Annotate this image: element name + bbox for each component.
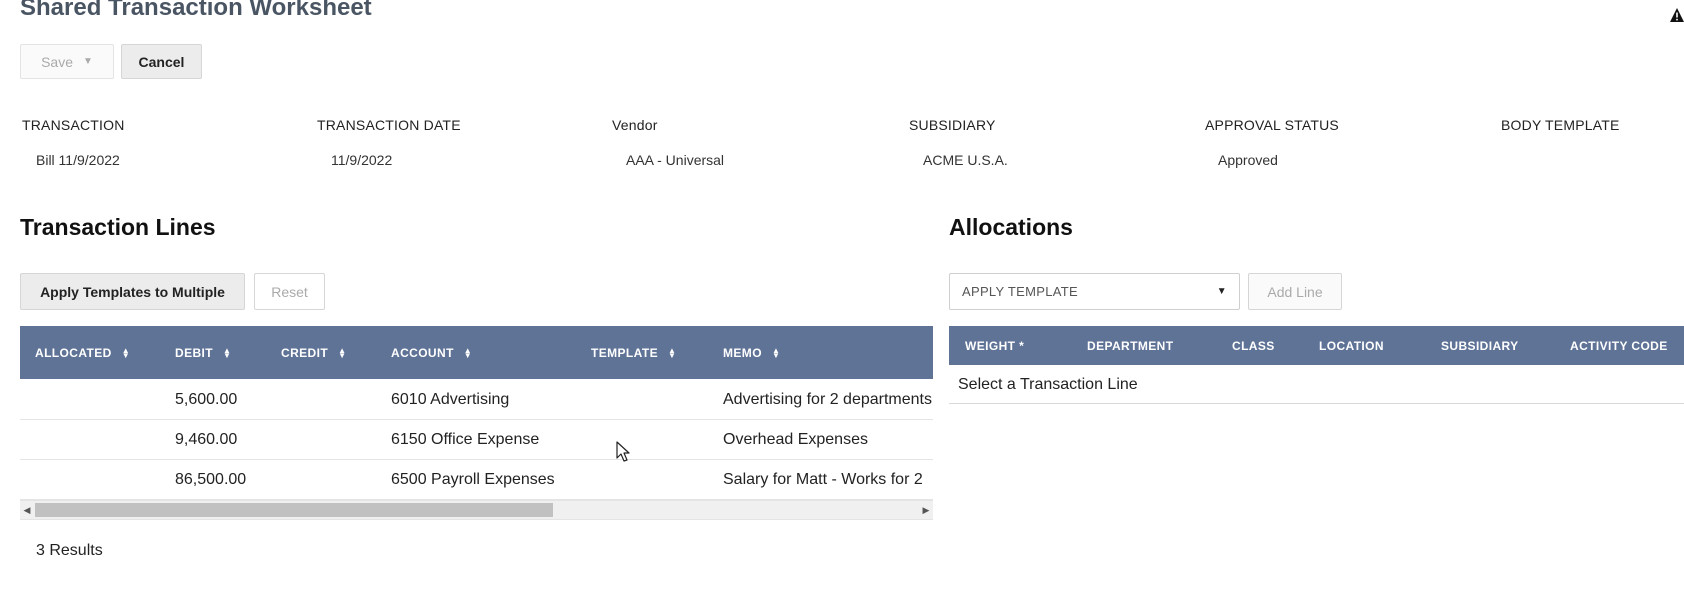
horizontal-scrollbar[interactable]: ◀ ▶ xyxy=(20,500,933,520)
column-header-account[interactable]: ACCOUNT ▲ ▼ xyxy=(391,326,472,379)
cell-debit: 5,600.00 xyxy=(175,390,238,408)
allocations-header: WEIGHT * DEPARTMENT CLASS LOCATION SUBSI… xyxy=(949,326,1684,365)
cell-memo: Advertising for 2 departments xyxy=(723,390,932,408)
apply-template-select[interactable]: APPLY TEMPLATE ▼ xyxy=(949,273,1240,310)
results-count: 3 Results xyxy=(36,542,103,559)
field-label-transaction-date: TRANSACTION DATE xyxy=(317,117,461,133)
field-label-subsidiary: SUBSIDIARY xyxy=(909,117,996,133)
reset-button[interactable]: Reset xyxy=(254,273,325,310)
cell-account: 6500 Payroll Expenses xyxy=(391,470,555,488)
table-row[interactable]: 9,460.00 6150 Office Expense Overhead Ex… xyxy=(20,420,933,460)
chevron-down-icon[interactable]: ▼ xyxy=(83,56,93,67)
cell-account: 6150 Office Expense xyxy=(391,430,540,448)
scroll-right-icon[interactable]: ▶ xyxy=(919,501,933,519)
sort-icon: ▲ ▼ xyxy=(223,345,232,360)
cell-memo: Overhead Expenses xyxy=(723,430,868,448)
save-button[interactable]: Save ▼ xyxy=(20,44,114,79)
field-value-transaction-date: 11/9/2022 xyxy=(331,152,393,168)
table-row[interactable]: 5,600.00 6010 Advertising Advertising fo… xyxy=(20,380,933,420)
cell-debit: 9,460.00 xyxy=(175,430,238,448)
column-header-activity-code[interactable]: ACTIVITY CODE xyxy=(1570,326,1668,365)
field-value-transaction: Bill 11/9/2022 xyxy=(36,152,120,168)
field-label-transaction: TRANSACTION xyxy=(22,117,125,133)
allocations-title: Allocations xyxy=(949,214,1073,240)
column-header-credit[interactable]: CREDIT ▲ ▼ xyxy=(281,326,346,379)
column-header-location[interactable]: LOCATION xyxy=(1319,326,1384,365)
warning-icon[interactable] xyxy=(1670,8,1684,22)
field-value-approval-status: Approved xyxy=(1218,152,1278,168)
cancel-button[interactable]: Cancel xyxy=(121,44,202,79)
chevron-down-icon[interactable]: ▼ xyxy=(1217,286,1227,297)
column-header-memo[interactable]: MEMO ▲ ▼ xyxy=(723,326,780,379)
column-header-template[interactable]: TEMPLATE ▲ ▼ xyxy=(591,326,676,379)
field-label-body-template: BODY TEMPLATE xyxy=(1501,117,1620,133)
sort-icon: ▲ ▼ xyxy=(463,345,473,360)
transaction-lines-title: Transaction Lines xyxy=(20,214,216,240)
field-label-vendor: Vendor xyxy=(612,117,658,133)
apply-templates-multiple-button[interactable]: Apply Templates to Multiple xyxy=(20,273,245,310)
sort-icon: ▲ ▼ xyxy=(771,345,781,360)
column-header-allocated[interactable]: ALLOCATED ▲ ▼ xyxy=(35,326,130,379)
apply-template-placeholder: APPLY TEMPLATE xyxy=(962,284,1078,299)
cell-memo: Salary for Matt - Works for 2 xyxy=(723,470,923,488)
scrollbar-thumb[interactable] xyxy=(35,503,553,517)
table-row[interactable]: 86,500.00 6500 Payroll Expenses Salary f… xyxy=(20,460,933,500)
sort-icon: ▲ ▼ xyxy=(667,345,677,360)
cell-debit: 86,500.00 xyxy=(175,470,247,488)
add-line-button[interactable]: Add Line xyxy=(1248,273,1342,310)
page-title: Shared Transaction Worksheet xyxy=(20,0,372,21)
scroll-left-icon[interactable]: ◀ xyxy=(20,501,34,519)
field-value-subsidiary: ACME U.S.A. xyxy=(923,152,1008,168)
column-header-department[interactable]: DEPARTMENT xyxy=(1087,326,1173,365)
column-header-class[interactable]: CLASS xyxy=(1232,326,1275,365)
sort-icon: ▲ ▼ xyxy=(121,345,131,360)
column-header-subsidiary[interactable]: SUBSIDIARY xyxy=(1441,326,1519,365)
field-label-approval-status: APPROVAL STATUS xyxy=(1205,117,1339,133)
sort-icon: ▲ ▼ xyxy=(338,345,347,360)
column-header-debit[interactable]: DEBIT ▲ ▼ xyxy=(175,326,231,379)
cell-account: 6010 Advertising xyxy=(391,390,510,408)
allocations-empty-message: Select a Transaction Line xyxy=(949,366,1684,404)
column-header-weight[interactable]: WEIGHT * xyxy=(965,326,1024,365)
transaction-lines-header: ALLOCATED ▲ ▼ DEBIT ▲ ▼ CREDIT ▲ ▼ ACCOUNT … xyxy=(20,326,933,379)
mouse-cursor-icon xyxy=(616,441,630,462)
save-button-label: Save xyxy=(41,53,73,70)
field-value-vendor: AAA - Universal xyxy=(626,152,725,168)
